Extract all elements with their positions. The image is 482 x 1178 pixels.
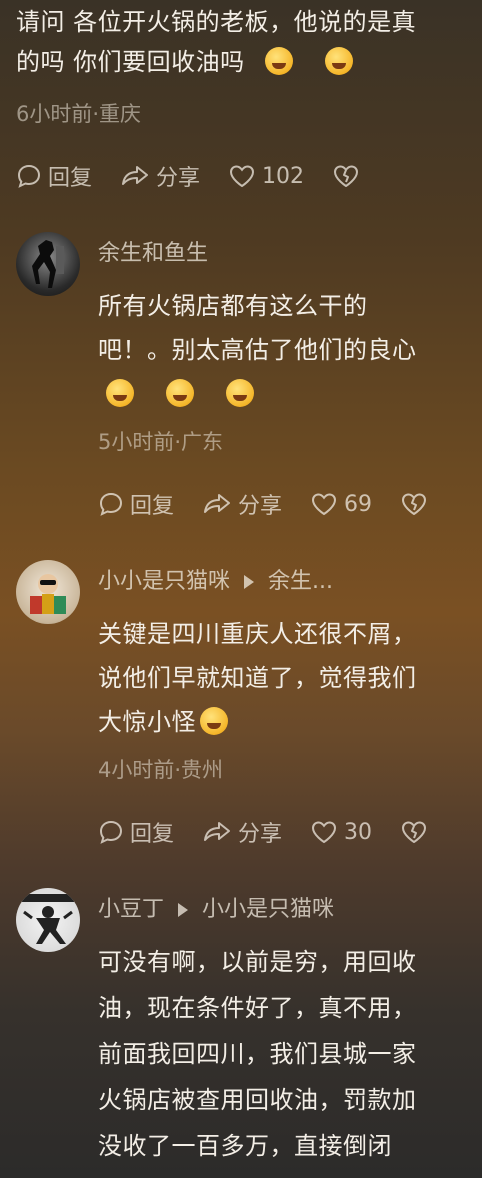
laughing-emoji-icon — [200, 707, 228, 735]
comment-meta: 5小时前·广东 — [98, 430, 224, 454]
crying-laughing-emoji-icon — [166, 379, 195, 407]
reply-label: 回复 — [130, 822, 175, 847]
comment-text: 关键是四川重庆人还很不屑， 说他们早就知道了，觉得我们 大惊小怪 — [98, 616, 474, 740]
reply-bubble-icon — [17, 164, 41, 188]
comment-line: 请问 各位开火锅的老板，他说的是真 — [16, 8, 417, 36]
comment-text: 请问 各位开火锅的老板，他说的是真 的吗 你们要回收油吗 — [16, 4, 476, 80]
username[interactable]: 余生和鱼生 — [98, 240, 208, 268]
thinking-emoji-icon — [264, 47, 293, 75]
crying-laughing-emoji-icon — [226, 379, 255, 407]
share-button[interactable]: 分享 — [120, 160, 200, 192]
reply-to-arrow-icon — [244, 575, 255, 589]
reply-header: 小小是只猫咪 余生... — [98, 568, 333, 596]
thinking-emoji-icon — [324, 47, 353, 75]
dislike-button[interactable] — [400, 491, 434, 517]
comment-actions: 回复 分享 30 — [98, 812, 462, 852]
comment-meta: 6小时前·重庆 — [16, 102, 142, 126]
comment-line: 所有火锅店都有这么干的 — [98, 292, 368, 320]
avatar-figure-icon — [32, 240, 64, 288]
comment-actions: 回复 分享 69 — [98, 484, 462, 524]
reply-button[interactable]: 回复 — [16, 160, 92, 192]
reply-button[interactable]: 回复 — [98, 816, 174, 848]
comment-actions: 回复 分享 102 — [16, 156, 394, 196]
comment-line-text: 大惊小怪 — [98, 708, 196, 736]
like-button[interactable]: 102 — [228, 163, 304, 189]
share-label: 分享 — [238, 822, 283, 847]
reply-label: 回复 — [130, 494, 175, 519]
comment-meta: 4小时前·贵州 — [98, 758, 224, 782]
comment-line: 的吗 你们要回收油吗 — [16, 44, 476, 80]
like-button[interactable]: 30 — [310, 819, 372, 845]
heart-icon — [312, 821, 337, 844]
comment-text: 可没有啊，以前是穷，用回收 油，现在条件好了，真不用， 前面我回四川，我们县城一… — [98, 944, 474, 1164]
reply-bubble-icon — [99, 820, 123, 844]
avatar[interactable] — [16, 888, 80, 952]
dislike-button[interactable] — [400, 819, 434, 845]
like-count: 30 — [344, 819, 373, 845]
comment-line-text: 的吗 你们要回收油吗 — [16, 48, 245, 76]
avatar[interactable] — [16, 232, 80, 296]
comment-line: 没收了一百多万，直接倒闭 — [98, 1132, 392, 1160]
broken-heart-icon — [334, 165, 359, 187]
share-label: 分享 — [156, 166, 201, 191]
dislike-button[interactable] — [332, 163, 366, 189]
comment-line: 前面我回四川，我们县城一家 — [98, 1040, 417, 1068]
comment-line: 关键是四川重庆人还很不屑， — [98, 620, 417, 648]
avatar-pose-icon — [22, 894, 74, 944]
emoji-row — [94, 376, 468, 412]
comment-line: 说他们早就知道了，觉得我们 — [98, 664, 417, 692]
share-arrow-icon — [122, 166, 149, 185]
reply-to-username[interactable]: 小小是只猫咪 — [202, 897, 334, 922]
avatar-child-icon — [30, 574, 66, 614]
share-button[interactable]: 分享 — [202, 488, 282, 520]
comment-line: 可没有啊，以前是穷，用回收 — [98, 948, 417, 976]
share-label: 分享 — [238, 494, 283, 519]
avatar[interactable] — [16, 560, 80, 624]
like-count: 69 — [344, 491, 373, 517]
like-count: 102 — [262, 163, 305, 189]
comment-text: 所有火锅店都有这么干的 吧！。别太高估了他们的良心 — [98, 288, 468, 412]
reply-label: 回复 — [48, 166, 93, 191]
share-button[interactable]: 分享 — [202, 816, 282, 848]
comment-line: 火锅店被查用回收油，罚款加 — [98, 1086, 417, 1114]
broken-heart-icon — [402, 821, 427, 843]
crying-laughing-emoji-icon — [106, 379, 134, 407]
like-button[interactable]: 69 — [310, 491, 372, 517]
reply-bubble-icon — [99, 492, 123, 516]
reply-to-arrow-icon — [178, 903, 189, 917]
comment-line: 吧！。别太高估了他们的良心 — [98, 336, 417, 364]
heart-icon — [312, 493, 337, 516]
reply-to-username[interactable]: 余生... — [268, 569, 333, 594]
username[interactable]: 小豆丁 — [98, 897, 164, 922]
reply-button[interactable]: 回复 — [98, 488, 174, 520]
comment-line: 油，现在条件好了，真不用， — [98, 994, 417, 1022]
comment-line: 大惊小怪 — [98, 704, 474, 740]
broken-heart-icon — [402, 493, 427, 515]
share-arrow-icon — [204, 822, 231, 841]
username[interactable]: 小小是只猫咪 — [98, 569, 230, 594]
heart-icon — [230, 165, 255, 188]
share-arrow-icon — [204, 494, 231, 513]
reply-header: 小豆丁 小小是只猫咪 — [98, 896, 334, 924]
